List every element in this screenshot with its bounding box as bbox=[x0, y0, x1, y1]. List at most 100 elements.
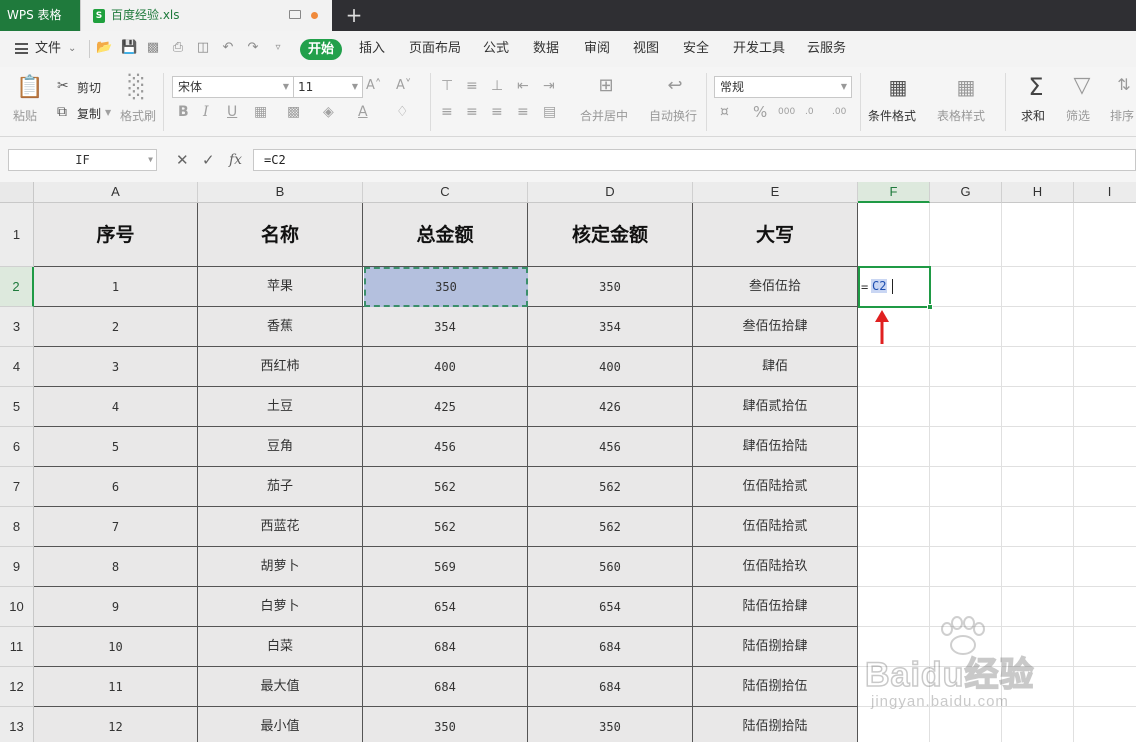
table-style-button[interactable]: 表格样式 bbox=[937, 107, 985, 124]
fill-bucket-icon[interactable]: ◈ bbox=[323, 104, 334, 120]
undo-icon[interactable]: ↶ bbox=[221, 41, 235, 55]
grid-cell[interactable] bbox=[930, 507, 1002, 547]
grid-cell[interactable] bbox=[1002, 347, 1074, 387]
table-cell[interactable]: 4 bbox=[34, 387, 198, 427]
grid-cell[interactable] bbox=[930, 387, 1002, 427]
select-all-corner[interactable] bbox=[0, 182, 34, 203]
row-header-6[interactable]: 6 bbox=[0, 427, 34, 467]
print-preview-icon[interactable]: ◫ bbox=[196, 41, 210, 55]
grid-cell[interactable] bbox=[858, 427, 930, 467]
grid-cell[interactable] bbox=[858, 307, 930, 347]
sum-button[interactable]: 求和 bbox=[1021, 107, 1045, 124]
fill-handle[interactable] bbox=[927, 304, 933, 310]
table-cell[interactable]: 684 bbox=[363, 627, 528, 667]
grid-cell[interactable] bbox=[1002, 203, 1074, 267]
wrap-text-icon[interactable]: ↩ bbox=[662, 75, 688, 96]
table-cell[interactable]: 654 bbox=[528, 587, 693, 627]
table-style-icon[interactable]: ▦ bbox=[952, 75, 980, 99]
table-header-cell[interactable]: 核定金额 bbox=[528, 203, 693, 267]
chevron-down-icon[interactable]: ⌄ bbox=[68, 43, 76, 54]
underline-icon[interactable]: U bbox=[227, 104, 237, 120]
column-header-c[interactable]: C bbox=[363, 182, 528, 203]
grid-cell[interactable] bbox=[1002, 427, 1074, 467]
table-cell[interactable]: 伍佰陆拾贰 bbox=[693, 467, 858, 507]
clear-format-icon[interactable]: ♢ bbox=[396, 104, 409, 120]
italic-icon[interactable]: I bbox=[203, 104, 209, 120]
table-cell[interactable]: 伍佰陆拾贰 bbox=[693, 507, 858, 547]
format-painter-button[interactable]: 格式刷 bbox=[120, 107, 156, 124]
filter-button[interactable]: 筛选 bbox=[1066, 107, 1090, 124]
merge-center-button[interactable]: 合并居中 bbox=[580, 107, 628, 124]
table-cell[interactable]: 茄子 bbox=[198, 467, 363, 507]
cut-button[interactable]: 剪切 bbox=[77, 79, 101, 96]
percent-icon[interactable]: % bbox=[753, 104, 767, 120]
active-cell-editor[interactable]: = C2 bbox=[858, 266, 931, 308]
table-cell[interactable]: 白菜 bbox=[198, 627, 363, 667]
table-cell[interactable]: 562 bbox=[363, 507, 528, 547]
table-cell[interactable]: 562 bbox=[528, 507, 693, 547]
open-folder-icon[interactable]: 📂 bbox=[96, 41, 112, 55]
column-header-h[interactable]: H bbox=[1002, 182, 1074, 203]
menu-item-home[interactable]: 开始 bbox=[300, 39, 343, 60]
insert-function-button[interactable]: fx bbox=[229, 149, 242, 171]
cancel-icon[interactable]: ✕ bbox=[176, 149, 189, 171]
table-cell[interactable]: 叁佰伍拾肆 bbox=[693, 307, 858, 347]
customize-quick-access-icon[interactable]: ▿ bbox=[271, 41, 285, 55]
column-header-g[interactable]: G bbox=[930, 182, 1002, 203]
grid-cell[interactable] bbox=[858, 467, 930, 507]
font-name-select[interactable]: 宋体 ▼ bbox=[172, 76, 294, 98]
table-cell[interactable]: 陆佰捌拾陆 bbox=[693, 707, 858, 742]
menu-item-formulas[interactable]: 公式 bbox=[483, 31, 509, 67]
grid-cell[interactable] bbox=[858, 547, 930, 587]
file-menu[interactable]: 文件 bbox=[35, 31, 61, 67]
borders-icon[interactable]: ▦ bbox=[254, 104, 267, 120]
sort-button[interactable]: 排序 bbox=[1110, 107, 1134, 124]
row-header-13[interactable]: 13 bbox=[0, 707, 34, 742]
align-bottom-icon[interactable]: ⊥ bbox=[491, 78, 503, 94]
table-cell[interactable]: 9 bbox=[34, 587, 198, 627]
table-cell[interactable]: 苹果 bbox=[198, 267, 363, 307]
paste-icon[interactable]: 📋 bbox=[16, 75, 43, 100]
paste-button[interactable]: 粘贴 bbox=[13, 107, 37, 124]
align-middle-icon[interactable]: ≡ bbox=[466, 78, 478, 94]
align-left-icon[interactable]: ≡ bbox=[441, 104, 453, 120]
font-size-select[interactable]: 11 ▼ bbox=[293, 76, 363, 98]
table-cell[interactable]: 562 bbox=[528, 467, 693, 507]
table-cell[interactable]: 陆佰伍拾肆 bbox=[693, 587, 858, 627]
table-header-cell[interactable]: 总金额 bbox=[363, 203, 528, 267]
redo-icon[interactable]: ↷ bbox=[246, 41, 260, 55]
table-cell[interactable]: 8 bbox=[34, 547, 198, 587]
align-top-icon[interactable]: ⊤ bbox=[441, 78, 453, 94]
table-header-cell[interactable]: 名称 bbox=[198, 203, 363, 267]
name-box[interactable]: IF ▼ bbox=[8, 149, 157, 171]
grid-cell[interactable] bbox=[1074, 387, 1136, 427]
table-cell[interactable]: 伍佰陆拾玖 bbox=[693, 547, 858, 587]
copy-button[interactable]: 复制 bbox=[77, 105, 101, 122]
menu-item-security[interactable]: 安全 bbox=[683, 31, 709, 67]
grid-cell[interactable] bbox=[858, 203, 930, 267]
grid-cell[interactable] bbox=[930, 427, 1002, 467]
table-cell[interactable]: 肆佰贰拾伍 bbox=[693, 387, 858, 427]
table-cell[interactable]: 654 bbox=[363, 587, 528, 627]
table-cell[interactable]: 陆佰捌拾肆 bbox=[693, 627, 858, 667]
grid-cell[interactable] bbox=[930, 467, 1002, 507]
table-cell[interactable]: 肆佰伍拾陆 bbox=[693, 427, 858, 467]
table-cell[interactable]: 562 bbox=[363, 467, 528, 507]
table-cell[interactable]: 425 bbox=[363, 387, 528, 427]
table-cell[interactable]: 569 bbox=[363, 547, 528, 587]
grid-cell[interactable] bbox=[1002, 267, 1074, 307]
table-cell[interactable]: 12 bbox=[34, 707, 198, 742]
thousands-separator-icon[interactable]: 000 bbox=[778, 104, 795, 120]
menu-item-view[interactable]: 视图 bbox=[633, 31, 659, 67]
grid-cell[interactable] bbox=[1074, 267, 1136, 307]
table-cell[interactable]: 684 bbox=[363, 667, 528, 707]
grid-cell[interactable] bbox=[930, 307, 1002, 347]
table-cell[interactable]: 350 bbox=[363, 707, 528, 742]
spreadsheet-grid[interactable]: A B C D E F G H I 1 2 3 4 5 6 7 8 9 10 11 12 13 序号 名称 总金额 核定金额 大写 1… bbox=[0, 182, 1136, 742]
sort-icon[interactable]: ⇅ bbox=[1112, 75, 1136, 94]
table-cell[interactable]: 西红柿 bbox=[198, 347, 363, 387]
menu-item-page-layout[interactable]: 页面布局 bbox=[409, 31, 461, 67]
column-header-b[interactable]: B bbox=[198, 182, 363, 203]
format-painter-icon[interactable]: ░ bbox=[124, 75, 150, 100]
grid-cell[interactable] bbox=[1074, 307, 1136, 347]
